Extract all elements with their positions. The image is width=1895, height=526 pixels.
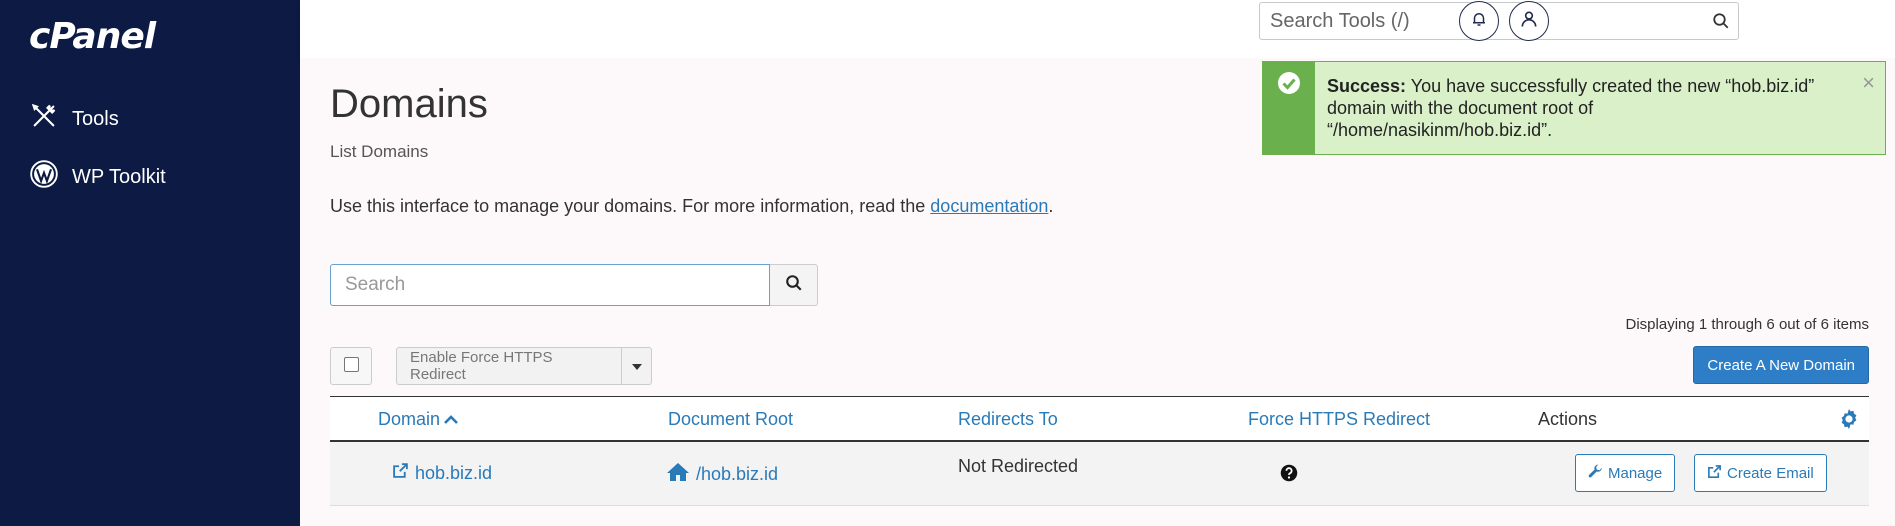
bell-icon [1470,10,1488,33]
search-button[interactable] [770,264,818,306]
check-circle-icon [1277,71,1301,154]
domain-search-input[interactable] [330,264,770,306]
tools-icon [30,102,58,136]
intro-text: Use this interface to manage your domain… [330,196,1053,217]
external-link-icon [392,462,409,484]
header-redirects-to[interactable]: Redirects To [958,409,1058,430]
success-alert: Success: You have successfully created t… [1262,61,1886,155]
help-icon[interactable] [1280,464,1298,487]
home-icon [666,462,690,487]
sidebar-item-label: Tools [72,107,119,130]
document-root-link[interactable]: /hob.biz.id [666,462,778,487]
notifications-button[interactable] [1459,1,1499,41]
manage-label: Manage [1608,464,1663,482]
cpanel-logo[interactable]: cPanel [29,16,156,57]
search-icon [785,274,803,297]
sidebar-item-tools[interactable]: Tools [30,102,119,136]
chevron-up-icon [444,409,458,430]
create-new-domain-button[interactable]: Create A New Domain [1693,346,1869,384]
force-https-dropdown-toggle[interactable] [622,347,652,385]
documentation-link[interactable]: documentation [930,196,1048,216]
enable-force-https-button[interactable]: Enable Force HTTPS Redirect [396,347,622,385]
header-domain-label: Domain [378,409,441,429]
alert-strong: Success: [1327,76,1407,96]
intro-body: Use this interface to manage your domain… [330,196,931,216]
header-force-https[interactable]: Force HTTPS Redirect [1248,409,1430,430]
page-title: Domains [330,82,488,126]
domain-name: hob.biz.id [415,462,493,483]
table-row: hob.biz.id /hob.biz.id Not Redirected Ma… [330,442,1869,506]
pagination-info: Displaying 1 through 6 out of 6 items [1625,316,1869,333]
user-icon [1519,9,1539,34]
header-document-root[interactable]: Document Root [668,409,793,430]
header-domain-sort[interactable]: Domain [378,409,458,430]
sidebar-item-wp-toolkit[interactable]: WP Toolkit [30,160,166,194]
force-https-button-group: Enable Force HTTPS Redirect [396,347,652,385]
table-header: Domain Document Root Redirects To Force … [330,396,1869,442]
sidebar-item-label: WP Toolkit [72,165,166,188]
domain-link[interactable]: hob.biz.id [392,462,492,484]
tools-search [1259,2,1739,40]
gear-icon[interactable] [1837,407,1861,436]
wordpress-icon [30,160,58,194]
create-email-button[interactable]: Create Email [1694,454,1827,492]
domains-table: Domain Document Root Redirects To Force … [330,396,1869,506]
manage-button[interactable]: Manage [1575,454,1676,492]
page-subtitle: List Domains [330,142,429,161]
header-actions: Actions [1538,409,1598,429]
sidebar: cPanel Tools WP Toolkit [0,0,300,526]
create-email-label: Create Email [1727,464,1814,482]
close-icon[interactable]: × [1862,72,1875,94]
select-all-checkbox[interactable] [343,356,359,372]
select-all-wrapper [330,347,372,385]
user-menu-button[interactable] [1509,1,1549,41]
alert-icon-column [1263,62,1315,154]
alert-message: Success: You have successfully created t… [1315,62,1835,154]
topbar [300,0,1895,58]
domain-search [330,264,818,306]
document-root-path: /hob.biz.id [696,464,779,484]
search-icon[interactable] [1704,12,1738,30]
redirects-to-value: Not Redirected [958,456,1079,476]
external-link-icon [1707,464,1722,483]
wrench-icon [1588,464,1603,483]
caret-down-icon [631,357,642,375]
intro-end: . [1048,196,1054,216]
